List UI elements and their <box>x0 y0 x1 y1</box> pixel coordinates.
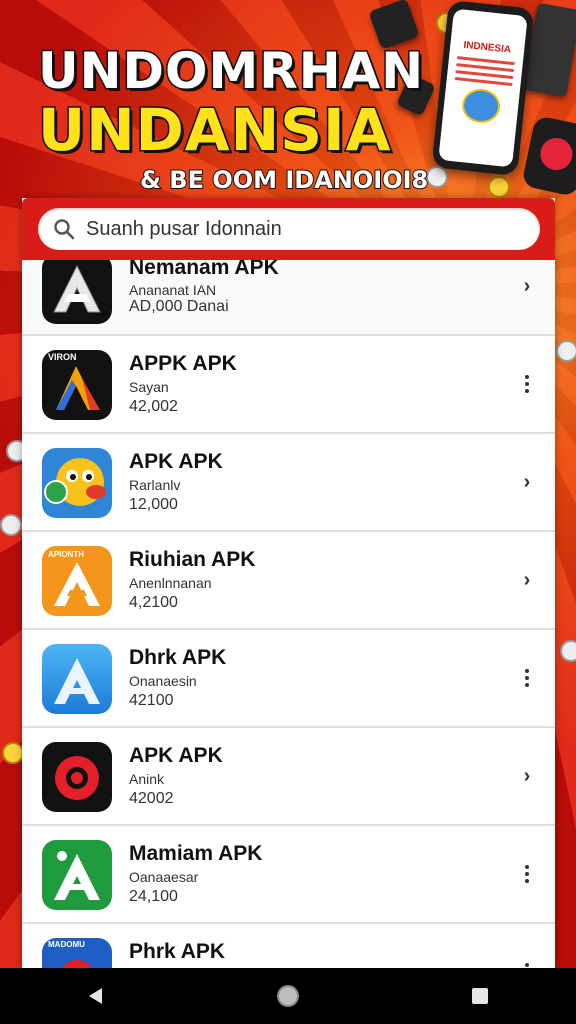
coin-icon <box>0 514 22 536</box>
list-item[interactable]: Nemanam APK Anananat IAN AD,000 Danai › <box>22 254 555 336</box>
phone-screen-lines <box>454 56 515 87</box>
search-icon <box>54 219 75 240</box>
chevron-right-icon[interactable]: › <box>517 470 537 494</box>
more-options-icon[interactable] <box>517 666 537 690</box>
coin-icon <box>2 742 24 764</box>
app-icon <box>42 448 112 518</box>
banner-subtitle: & BE OOM IDANOIOI8 <box>139 165 429 195</box>
chevron-right-icon[interactable]: › <box>517 764 537 788</box>
more-options-icon[interactable] <box>517 960 537 968</box>
list-item[interactable]: VIRON APPK APK Sayan 42,002 <box>22 336 555 434</box>
app-size: 4,2100 <box>129 594 178 611</box>
search-placeholder: Suanh pusar Idonnain <box>86 217 282 240</box>
square-recents-icon[interactable] <box>466 982 494 1010</box>
app-subtitle: Anink <box>129 771 165 787</box>
bird-mascot-icon <box>460 87 502 125</box>
list-item[interactable]: Dhrk APK Onanaesin 42100 <box>22 630 555 728</box>
app-subtitle: Rarlanlv <box>129 477 181 493</box>
app-size: 42,002 <box>129 398 178 415</box>
app-size: 24,100 <box>129 888 178 905</box>
app-icon: APIONTH <box>42 546 112 616</box>
coin-icon <box>488 176 510 198</box>
app-name: Dhrk APK <box>129 646 227 669</box>
app-name: Mamiam APK <box>129 842 263 865</box>
app-icon-label: APIONTH <box>48 550 84 559</box>
search-header: Suanh pusar Idonnain <box>22 198 555 260</box>
app-size: 12,000 <box>129 496 178 513</box>
app-icon <box>42 742 112 812</box>
phone-screen-title: INDNESIA <box>462 39 512 56</box>
app-name: APPK APK <box>129 352 237 375</box>
chevron-right-icon[interactable]: › <box>517 568 537 592</box>
list-item[interactable]: Mamiam APK Oanaaesar 24,100 <box>22 826 555 924</box>
app-subtitle: Oanaaesar <box>129 869 199 885</box>
app-icon <box>42 644 112 714</box>
app-size: 42100 <box>129 692 174 709</box>
circle-home-icon[interactable] <box>274 982 302 1010</box>
app-icon: VIRON <box>42 350 112 420</box>
banner-title-line2: UNDANSIA <box>36 95 392 166</box>
list-item[interactable]: APK APK Anink 42002 › <box>22 728 555 826</box>
search-input[interactable]: Suanh pusar Idonnain <box>38 208 540 250</box>
app-icon-label: MADOMU <box>48 940 85 949</box>
app-subtitle: Sayan <box>129 379 169 395</box>
app-icon: MADOMU <box>42 938 112 968</box>
app-name: APK APK <box>129 744 223 767</box>
app-subtitle: Onanaesin <box>129 673 197 689</box>
more-options-icon[interactable] <box>517 372 537 396</box>
decor-app-badge <box>521 114 576 198</box>
more-options-icon[interactable] <box>517 862 537 886</box>
app-subtitle: Anananat IAN <box>129 282 217 298</box>
app-size: 42002 <box>129 790 174 807</box>
system-navigation-bar <box>0 968 576 1024</box>
promo-phone: INDNESIA <box>431 0 535 177</box>
app-icon-label: VIRON <box>48 352 77 362</box>
list-item[interactable]: APK APK Rarlanlv 12,000 › <box>22 434 555 532</box>
app-icon <box>42 254 112 324</box>
app-name: Riuhian APK <box>129 548 256 571</box>
triangle-back-icon[interactable] <box>82 982 110 1010</box>
app-icon <box>42 840 112 910</box>
chevron-right-icon[interactable]: › <box>517 274 537 298</box>
app-name: APK APK <box>129 450 223 473</box>
list-item[interactable]: APIONTH Riuhian APK Anenlnnanan 4,2100 › <box>22 532 555 630</box>
app-size: AD,000 Danai <box>129 298 229 315</box>
coin-icon <box>426 166 448 188</box>
list-item[interactable]: MADOMU Phrk APK <box>22 924 555 968</box>
app-subtitle: Anenlnnanan <box>129 575 212 591</box>
app-list: Nemanam APK Anananat IAN AD,000 Danai › … <box>22 254 555 968</box>
banner-title-line1: UNDOMRHAN <box>36 41 425 102</box>
coin-icon <box>556 340 576 362</box>
app-list-panel: Suanh pusar Idonnain Nemanam APK Ananana… <box>22 198 555 968</box>
coin-icon <box>560 640 576 662</box>
app-name: Phrk APK <box>129 940 226 963</box>
